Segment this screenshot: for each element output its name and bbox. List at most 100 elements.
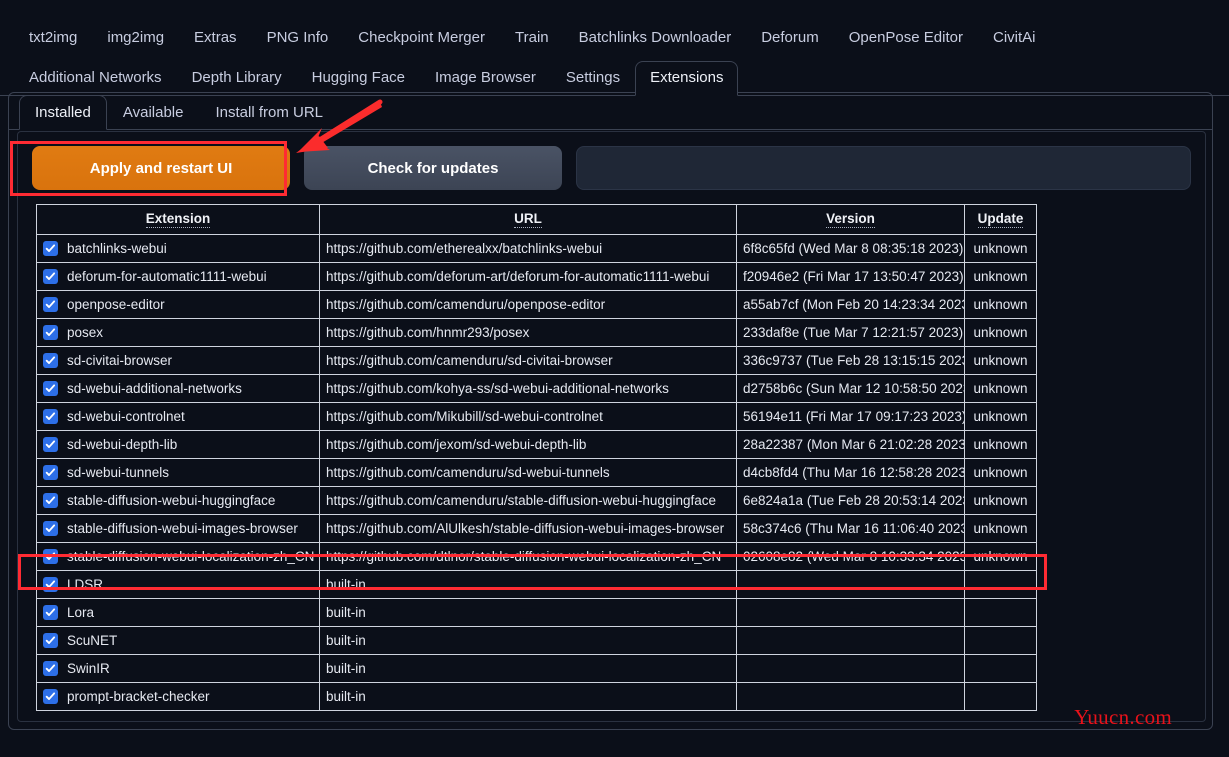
cell-extension-url: https://github.com/camenduru/sd-civitai-… xyxy=(319,346,737,375)
table-row: prompt-bracket-checker built-in xyxy=(36,682,1037,711)
table-row: sd-webui-depth-lib https://github.com/jex… xyxy=(36,430,1037,459)
cell-extension-url: https://github.com/camenduru/stable-diff… xyxy=(319,486,737,515)
table-row: sd-civitai-browser https://github.com/cam… xyxy=(36,346,1037,375)
check-for-updates-button[interactable]: Check for updates xyxy=(304,146,562,190)
subtab-install-from-url[interactable]: Install from URL xyxy=(199,95,339,130)
column-header-update[interactable]: Update xyxy=(964,204,1037,235)
nav-tab-train[interactable]: Train xyxy=(500,21,564,56)
subtab-available[interactable]: Available xyxy=(107,95,200,130)
cell-extension-name: sd-webui-controlnet xyxy=(36,402,320,431)
status-info-box[interactable] xyxy=(576,146,1191,190)
cell-extension-version: 6f8c65fd (Wed Mar 8 08:35:18 2023) xyxy=(736,234,965,263)
extension-name-wrap: SwinIR xyxy=(43,661,313,676)
cell-extension-url: https://github.com/etherealxx/batchlinks… xyxy=(319,234,737,263)
extension-name-wrap: stable-diffusion-webui-images-browser xyxy=(43,521,313,536)
cell-extension-version: 58c374c6 (Thu Mar 16 11:06:40 2023) xyxy=(736,514,965,543)
nav-tab-depth-library[interactable]: Depth Library xyxy=(177,61,297,96)
cell-extension-version: 02608e82 (Wed Mar 8 10:33:34 2023) xyxy=(736,542,965,571)
column-header-url[interactable]: URL xyxy=(319,204,737,235)
column-header-extension[interactable]: Extension xyxy=(36,204,320,235)
cell-extension-version: 28a22387 (Mon Mar 6 21:02:28 2023) xyxy=(736,430,965,459)
checkbox-checked-icon[interactable] xyxy=(43,465,58,480)
extension-name-label: Lora xyxy=(67,605,95,620)
extension-name-label: sd-webui-tunnels xyxy=(67,465,170,480)
checkbox-checked-icon[interactable] xyxy=(43,577,58,592)
nav-tab-checkpoint-merger[interactable]: Checkpoint Merger xyxy=(343,21,500,56)
nav-tab-extras[interactable]: Extras xyxy=(179,21,252,56)
checkbox-checked-icon[interactable] xyxy=(43,269,58,284)
nav-tab-batchlinks-downloader[interactable]: Batchlinks Downloader xyxy=(564,21,747,56)
checkbox-checked-icon[interactable] xyxy=(43,661,58,676)
checkbox-checked-icon[interactable] xyxy=(43,437,58,452)
cell-extension-version: 336c9737 (Tue Feb 28 13:15:15 2023) xyxy=(736,346,965,375)
cell-extension-version xyxy=(736,598,965,627)
cell-extension-update xyxy=(964,598,1037,627)
apply-and-restart-ui-button[interactable]: Apply and restart UI xyxy=(32,146,290,190)
nav-tab-civitai[interactable]: CivitAi xyxy=(978,21,1051,56)
subtab-installed[interactable]: Installed xyxy=(19,95,107,130)
extensions-table-head: Extension URL Version Update xyxy=(36,204,1037,235)
nav-tab-hugging-face[interactable]: Hugging Face xyxy=(297,61,420,96)
extension-name-label: sd-webui-additional-networks xyxy=(67,381,242,396)
nav-tab-txt2img[interactable]: txt2img xyxy=(14,21,92,56)
extension-name-label: prompt-bracket-checker xyxy=(67,689,210,704)
nav-tab-extensions[interactable]: Extensions xyxy=(635,61,739,96)
installed-tab-content: Apply and restart UI Check for updates E… xyxy=(17,131,1206,722)
cell-extension-name: LDSR xyxy=(36,570,320,599)
top-navigation: txt2img img2img Extras PNG Info Checkpoint M… xyxy=(0,0,1229,96)
checkbox-checked-icon[interactable] xyxy=(43,549,58,564)
cell-extension-name: ScuNET xyxy=(36,626,320,655)
extension-name-wrap: sd-webui-tunnels xyxy=(43,465,313,480)
checkbox-checked-icon[interactable] xyxy=(43,409,58,424)
nav-tab-img2img[interactable]: img2img xyxy=(92,21,179,56)
extension-name-wrap: stable-diffusion-webui-huggingface xyxy=(43,493,313,508)
checkbox-checked-icon[interactable] xyxy=(43,353,58,368)
cell-extension-url: built-in xyxy=(319,570,737,599)
extension-name-label: batchlinks-webui xyxy=(67,241,167,256)
extension-name-wrap: LDSR xyxy=(43,577,313,592)
cell-extension-update xyxy=(964,682,1037,711)
cell-extension-update xyxy=(964,654,1037,683)
cell-extension-name: sd-webui-tunnels xyxy=(36,458,320,487)
cell-extension-url: https://github.com/Mikubill/sd-webui-con… xyxy=(319,402,737,431)
checkbox-checked-icon[interactable] xyxy=(43,297,58,312)
extensions-page: txt2img img2img Extras PNG Info Checkpoint M… xyxy=(0,0,1229,757)
cell-extension-url: https://github.com/dtlnor/stable-diffusi… xyxy=(319,542,737,571)
cell-extension-update: unknown xyxy=(964,346,1037,375)
extension-name-wrap: deforum-for-automatic1111-webui xyxy=(43,269,313,284)
cell-extension-version xyxy=(736,654,965,683)
checkbox-checked-icon[interactable] xyxy=(43,689,58,704)
table-row: openpose-editor https://github.com/camend… xyxy=(36,290,1037,319)
checkbox-checked-icon[interactable] xyxy=(43,325,58,340)
checkbox-checked-icon[interactable] xyxy=(43,605,58,620)
checkbox-checked-icon[interactable] xyxy=(43,241,58,256)
cell-extension-url: built-in xyxy=(319,598,737,627)
nav-tab-additional-networks[interactable]: Additional Networks xyxy=(14,61,177,96)
cell-extension-update: unknown xyxy=(964,374,1037,403)
nav-tab-openpose-editor[interactable]: OpenPose Editor xyxy=(834,21,978,56)
action-button-row: Apply and restart UI Check for updates xyxy=(18,132,1205,200)
extension-name-label: sd-civitai-browser xyxy=(67,353,173,368)
nav-tab-image-browser[interactable]: Image Browser xyxy=(420,61,551,96)
nav-tab-deforum[interactable]: Deforum xyxy=(746,21,834,56)
cell-extension-name: SwinIR xyxy=(36,654,320,683)
checkbox-checked-icon[interactable] xyxy=(43,493,58,508)
column-header-label: Update xyxy=(977,211,1024,228)
checkbox-checked-icon[interactable] xyxy=(43,633,58,648)
cell-extension-url: built-in xyxy=(319,626,737,655)
extensions-table-wrap: Extension URL Version Update batchlinks-web… xyxy=(18,200,1205,711)
cell-extension-url: built-in xyxy=(319,682,737,711)
checkbox-checked-icon[interactable] xyxy=(43,381,58,396)
nav-tab-png-info[interactable]: PNG Info xyxy=(252,21,344,56)
extensions-panel: Installed Available Install from URL Apply… xyxy=(8,92,1213,730)
nav-tab-settings[interactable]: Settings xyxy=(551,61,635,96)
cell-extension-url: https://github.com/jexom/sd-webui-depth-… xyxy=(319,430,737,459)
checkbox-checked-icon[interactable] xyxy=(43,521,58,536)
column-header-version[interactable]: Version xyxy=(736,204,965,235)
extensions-table-body: batchlinks-webui https://github.com/ether… xyxy=(36,234,1037,711)
extension-name-wrap: posex xyxy=(43,325,313,340)
cell-extension-version xyxy=(736,682,965,711)
extension-name-label: stable-diffusion-webui-localization-zh_C… xyxy=(67,549,315,564)
table-row: ScuNET built-in xyxy=(36,626,1037,655)
table-row: stable-diffusion-webui-localization-zh_C… xyxy=(36,542,1037,571)
